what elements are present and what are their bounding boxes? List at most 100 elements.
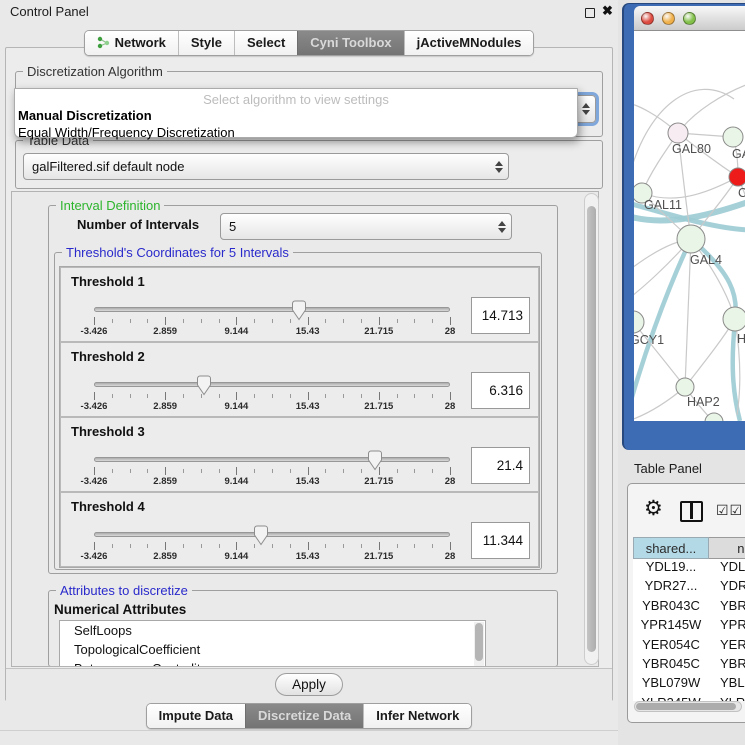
tab-label: Impute Data — [159, 708, 233, 723]
float-panel-icon[interactable] — [585, 8, 595, 18]
tab-discretize-data[interactable]: Discretize Data — [245, 704, 363, 728]
node-label: GCY1 — [634, 333, 664, 347]
cell-name[interactable]: YBR043C — [709, 598, 745, 617]
scrollbar-thumb[interactable] — [636, 703, 736, 710]
columns-icon[interactable] — [680, 501, 703, 522]
threshold-value-field[interactable]: 11.344 — [471, 522, 530, 559]
threshold-value-field[interactable]: 14.713 — [471, 297, 530, 334]
close-icon[interactable]: ✖ — [602, 3, 613, 19]
tab-impute-data[interactable]: Impute Data — [147, 704, 245, 728]
node-attribute-table: shared... name YDL19...YDL19...YDR27...Y… — [633, 537, 745, 701]
cell-name[interactable]: YPR145W — [709, 617, 745, 636]
list-scrollbar[interactable] — [474, 622, 484, 666]
cell-shared-name[interactable]: YDL19... — [633, 559, 709, 578]
settings-scroll-area: Interval Definition Number of Intervals … — [11, 191, 599, 667]
network-node[interactable] — [729, 168, 745, 186]
network-edge[interactable] — [678, 83, 745, 133]
tab-style[interactable]: Style — [178, 31, 234, 55]
node-label: H — [737, 332, 745, 346]
node-label: GAL4 — [690, 253, 722, 267]
cell-name[interactable]: YDL19... — [709, 559, 745, 578]
cell-name[interactable]: YBR045C — [709, 656, 745, 675]
table-data-combo[interactable]: galFiltered.sif default node — [23, 153, 509, 180]
cell-shared-name[interactable]: YBR045C — [633, 656, 709, 675]
node-label: C — [738, 186, 745, 200]
cell-name[interactable]: YBL079W — [709, 675, 745, 694]
threshold-panel: Threshold 4-3.4262.8599.14415.4321.71528… — [60, 492, 539, 567]
tab-network[interactable]: Network — [85, 31, 178, 55]
cell-name[interactable]: YER054C — [709, 637, 745, 656]
network-canvas[interactable]: GAL80GACGAL11GAL4GCY1HHAP2 — [634, 31, 745, 421]
table-row[interactable]: YDR27...YDR27... — [633, 578, 745, 597]
column-header-shared-name[interactable]: shared... — [633, 537, 709, 559]
network-node[interactable] — [668, 123, 688, 143]
table-row[interactable]: YBR043CYBR043C — [633, 598, 745, 617]
attribute-item[interactable]: SelfLoops — [60, 621, 485, 640]
gear-icon[interactable]: ⚙ — [644, 496, 663, 521]
apply-strip: Apply — [6, 669, 612, 701]
horizontal-scrollbar[interactable] — [634, 701, 742, 712]
control-panel: Control Panel ✖ NetworkStyleSelectCyni T… — [0, 0, 618, 745]
scrollbar-thumb[interactable] — [587, 206, 596, 652]
slider-track[interactable] — [94, 307, 450, 312]
network-node[interactable] — [677, 225, 705, 253]
network-window-titlebar[interactable] — [634, 6, 745, 31]
cell-shared-name[interactable]: YBR043C — [633, 598, 709, 617]
tab-label: Style — [191, 35, 222, 50]
threshold-value-field[interactable]: 6.316 — [471, 372, 530, 409]
attribute-item[interactable]: TopologicalCoefficient — [60, 640, 485, 659]
cell-shared-name[interactable]: YDR27... — [633, 578, 709, 597]
network-edge[interactable] — [634, 322, 685, 387]
tab-cyni-toolbox[interactable]: Cyni Toolbox — [297, 31, 403, 55]
tab-label: Network — [115, 35, 166, 50]
slider-scale-labels: -3.4262.8599.14415.4321.71528 — [94, 326, 450, 338]
network-edge[interactable] — [685, 319, 735, 387]
cell-shared-name[interactable]: YPR145W — [633, 617, 709, 636]
number-of-intervals-combo[interactable]: 5 — [220, 213, 512, 240]
number-of-intervals-label: Number of Intervals — [77, 217, 199, 232]
network-node[interactable] — [723, 127, 743, 147]
numerical-attributes-list[interactable]: SelfLoopsTopologicalCoefficientBetweenne… — [59, 620, 486, 667]
network-node[interactable] — [723, 307, 745, 331]
vertical-scrollbar[interactable] — [584, 193, 599, 665]
cell-shared-name[interactable]: YBL079W — [633, 675, 709, 694]
column-header-name[interactable]: name — [709, 537, 745, 559]
interval-definition-title: Interval Definition — [56, 198, 164, 213]
select-columns-icon[interactable]: ☑☑ — [716, 502, 743, 519]
combo-arrows-icon — [577, 103, 595, 115]
network-node[interactable] — [676, 378, 694, 396]
table-row[interactable]: YDL19...YDL19... — [633, 559, 745, 578]
tab-label: jActiveMNodules — [417, 35, 522, 50]
cell-shared-name[interactable]: YER054C — [633, 637, 709, 656]
thresholds-container: Threshold 1-3.4262.8599.14415.4321.71528… — [59, 266, 540, 568]
threshold-value-field[interactable]: 21.4 — [471, 447, 530, 484]
algorithm-option[interactable]: Equal Width/Frequency Discretization — [15, 124, 577, 141]
table-row[interactable]: YPR145WYPR145W — [633, 617, 745, 636]
attributes-title: Attributes to discretize — [56, 583, 192, 598]
tab-infer-network[interactable]: Infer Network — [363, 704, 471, 728]
table-row[interactable]: YBR045CYBR045C — [633, 656, 745, 675]
network-edge[interactable] — [642, 177, 738, 198]
mac-close-button[interactable] — [641, 12, 654, 25]
table-row[interactable]: YER054CYER054C — [633, 637, 745, 656]
divider — [0, 730, 618, 731]
slider-ticks — [94, 317, 450, 326]
slider-track[interactable] — [94, 457, 450, 462]
network-node[interactable] — [705, 413, 723, 421]
algorithm-option[interactable]: Manual Discretization — [15, 107, 577, 124]
slider-track[interactable] — [94, 382, 450, 387]
attribute-item[interactable]: BetweennessCentrality — [60, 659, 485, 667]
apply-button[interactable]: Apply — [275, 673, 343, 696]
slider-track[interactable] — [94, 532, 450, 537]
mac-minimize-button[interactable] — [662, 12, 675, 25]
network-icon — [97, 36, 110, 49]
tab-select[interactable]: Select — [234, 31, 297, 55]
combo-arrows-icon — [490, 161, 508, 173]
table-row[interactable]: YBL079WYBL079W — [633, 675, 745, 694]
threshold-panel: Threshold 3-3.4262.8599.14415.4321.71528… — [60, 417, 539, 492]
mac-zoom-button[interactable] — [683, 12, 696, 25]
cell-name[interactable]: YDR27... — [709, 578, 745, 597]
tab-jactivemnodules[interactable]: jActiveMNodules — [404, 31, 534, 55]
tab-group: Impute Data Discretize DataInfer Network — [146, 703, 473, 729]
network-node[interactable] — [634, 311, 644, 333]
